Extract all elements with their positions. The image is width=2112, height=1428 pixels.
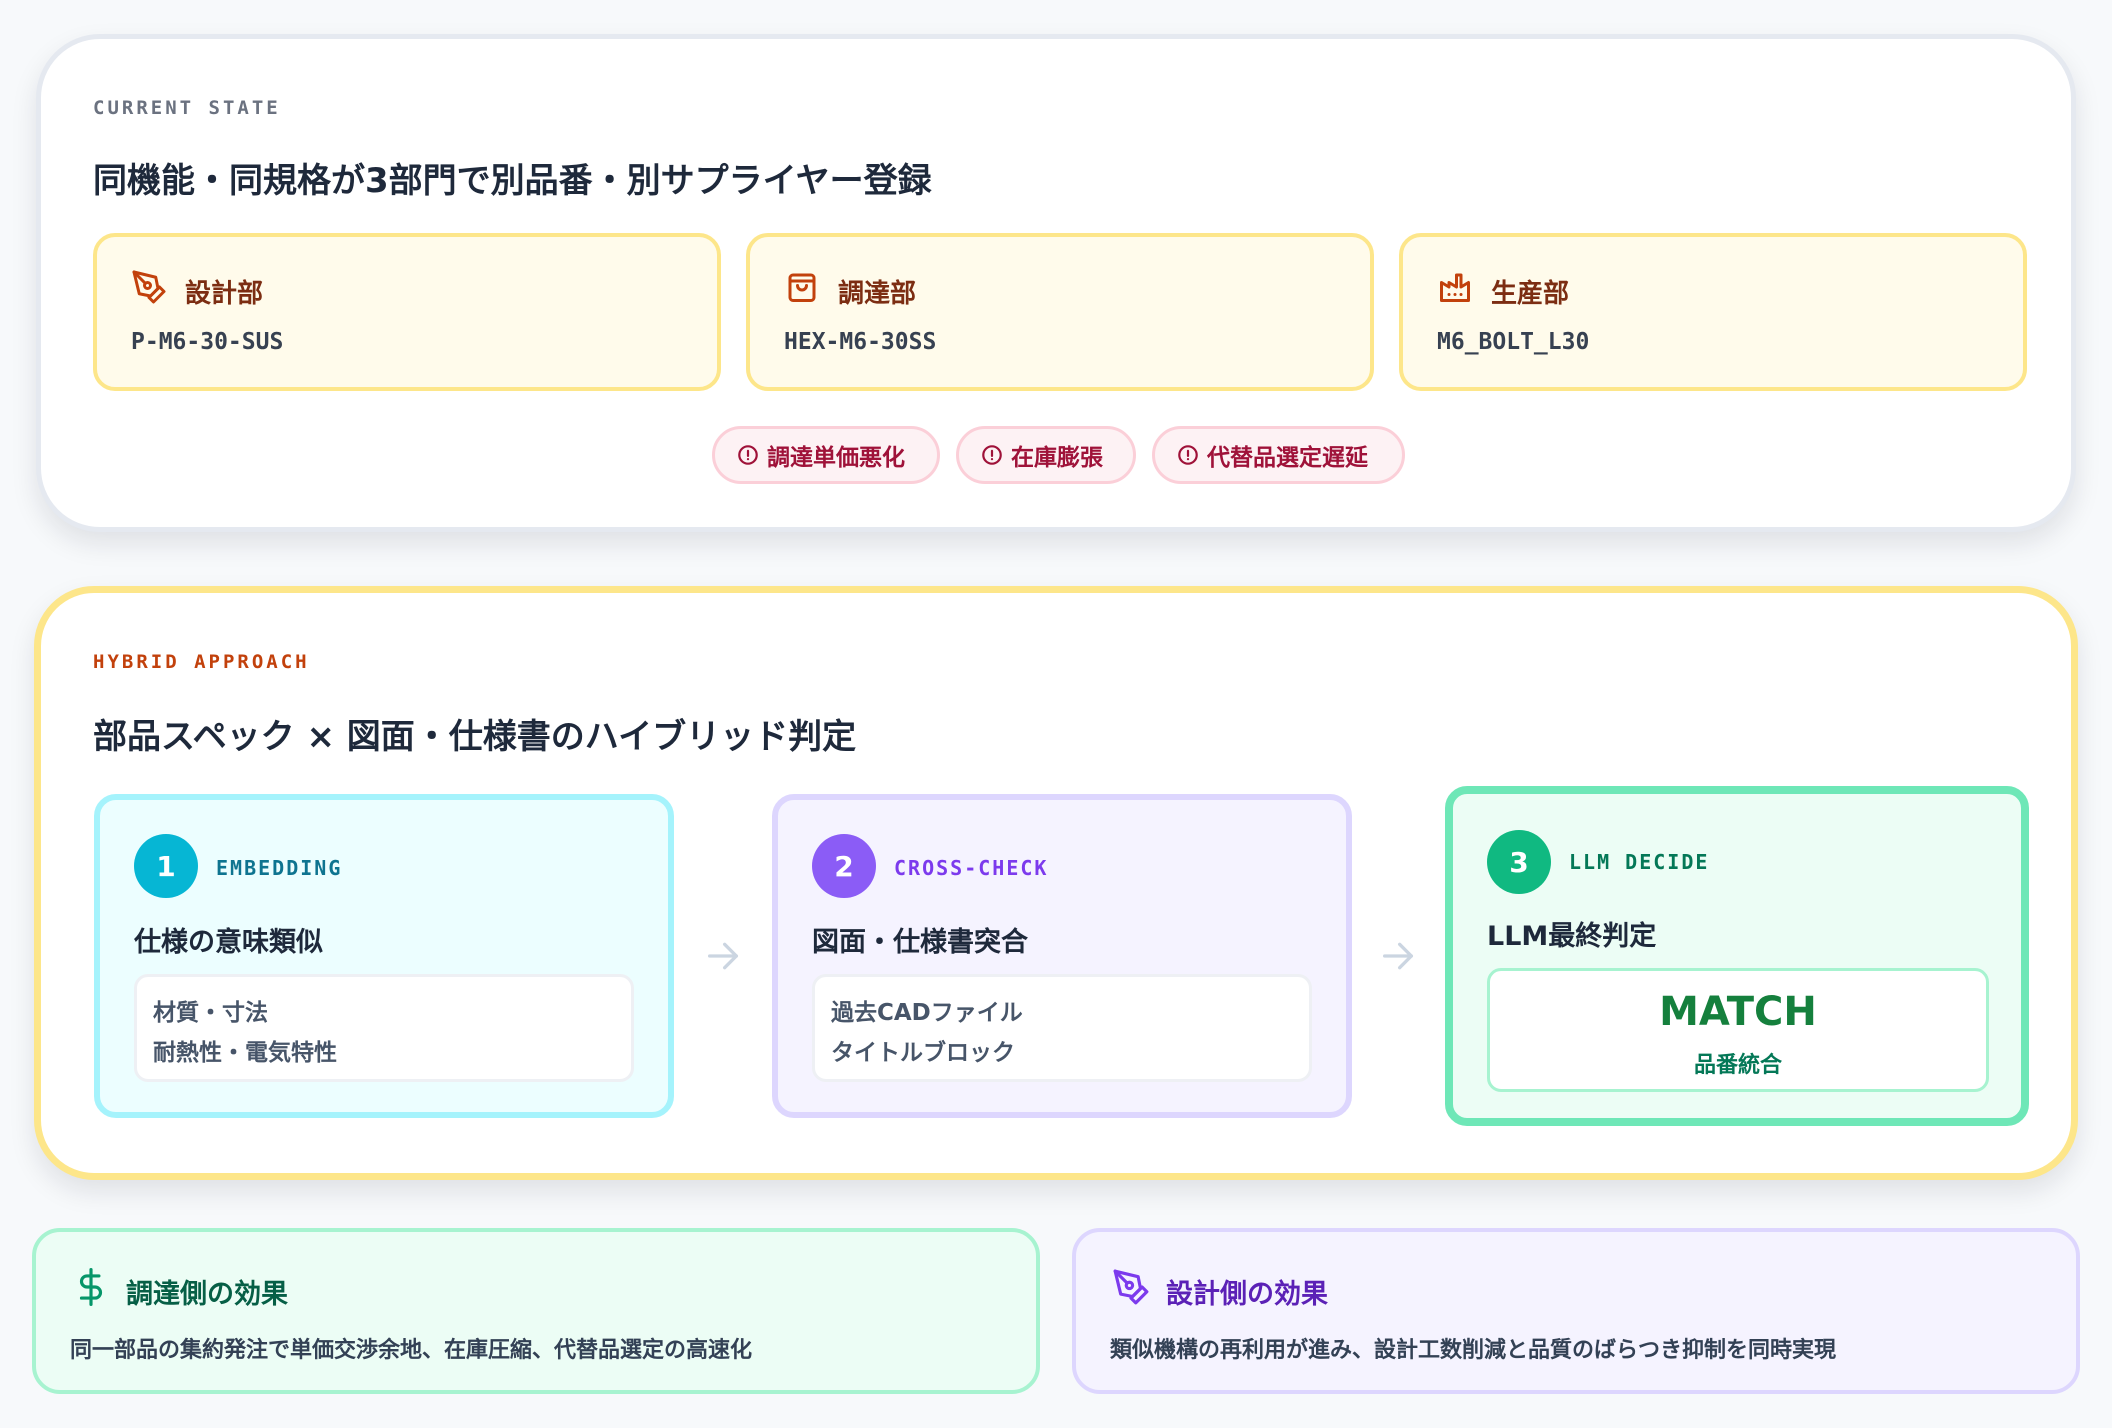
current-state-eyebrow: CURRENT STATE: [93, 97, 281, 119]
issue-label: 調達単価悪化: [767, 445, 905, 471]
arrow-right-icon: [708, 942, 738, 970]
pen-tool-icon: [132, 270, 166, 304]
step-card-llm-decide: 3 LLM DECIDE LLM最終判定 MATCH 品番統合: [1445, 786, 2029, 1126]
step-title: 図面・仕様書突合: [812, 927, 1028, 958]
step-detail-line: タイトルブロック: [831, 1040, 1015, 1066]
issue-badge-price: 調達単価悪化: [712, 426, 940, 484]
alert-circle-icon: [738, 445, 758, 465]
alert-circle-icon: [1178, 445, 1198, 465]
dept-name: 調達部: [838, 279, 917, 309]
dept-card-procurement: 調達部 HEX-M6-30SS: [746, 233, 1374, 391]
dept-card-production: 生産部 M6_BOLT_L30: [1399, 233, 2027, 391]
match-result-box: MATCH 品番統合: [1487, 968, 1989, 1092]
effect-description: 同一部品の集約発注で単価交渉余地、在庫圧縮、代替品選定の高速化: [70, 1338, 753, 1363]
step-label: CROSS-CHECK: [894, 856, 1049, 880]
step-title: 仕様の意味類似: [134, 927, 323, 958]
design-effect-card: 設計側の効果 類似機構の再利用が進み、設計工数削減と品質のばらつき抑制を同時実現: [1072, 1228, 2080, 1394]
dept-card-design: 設計部 P-M6-30-SUS: [93, 233, 721, 391]
issue-badge-inventory: 在庫膨張: [956, 426, 1136, 484]
step-detail-line: 材質・寸法: [153, 1000, 268, 1026]
step-title: LLM最終判定: [1487, 921, 1657, 952]
hybrid-approach-panel: HYBRID APPROACH 部品スペック × 図面・仕様書のハイブリッド判定…: [34, 586, 2078, 1180]
procurement-effect-card: 調達側の効果 同一部品の集約発注で単価交渉余地、在庫圧縮、代替品選定の高速化: [32, 1228, 1040, 1394]
effect-description: 類似機構の再利用が進み、設計工数削減と品質のばらつき抑制を同時実現: [1110, 1338, 1837, 1363]
hybrid-headline: 部品スペック × 図面・仕様書のハイブリッド判定: [93, 717, 857, 757]
step-label: LLM DECIDE: [1569, 850, 1710, 874]
step-detail-box: 過去CADファイル タイトルブロック: [812, 974, 1312, 1082]
issue-label: 代替品選定遅延: [1207, 445, 1368, 471]
step-card-embedding: 1 EMBEDDING 仕様の意味類似 材質・寸法 耐熱性・電気特性: [94, 794, 674, 1118]
dept-name: 設計部: [185, 279, 264, 309]
issue-label: 在庫膨張: [1011, 445, 1103, 471]
step-number-badge: 2: [812, 834, 876, 898]
current-state-panel: CURRENT STATE 同機能・同規格が3部門で別品番・別サプライヤー登録 …: [36, 34, 2076, 532]
current-state-headline: 同機能・同規格が3部門で別品番・別サプライヤー登録: [93, 161, 932, 201]
effect-title: 調達側の効果: [126, 1279, 288, 1310]
arrow-right-icon: [1383, 942, 1413, 970]
dollar-icon: [79, 1268, 102, 1306]
part-number: HEX-M6-30SS: [784, 329, 937, 355]
step-card-cross-check: 2 CROSS-CHECK 図面・仕様書突合 過去CADファイル タイトルブロッ…: [772, 794, 1352, 1118]
part-number: P-M6-30-SUS: [131, 329, 284, 355]
issue-badge-substitute: 代替品選定遅延: [1152, 426, 1405, 484]
shopping-bag-icon: [788, 273, 816, 302]
step-number-badge: 3: [1487, 830, 1551, 894]
pen-tool-icon: [1113, 1269, 1149, 1305]
factory-icon: [1440, 273, 1470, 302]
hybrid-eyebrow: HYBRID APPROACH: [93, 651, 310, 673]
step-label: EMBEDDING: [216, 856, 343, 880]
match-result-subtitle: 品番統合: [1693, 1053, 1782, 1078]
step-number-badge: 1: [134, 834, 198, 898]
dept-name: 生産部: [1491, 279, 1570, 309]
effect-title: 設計側の効果: [1166, 1279, 1328, 1310]
match-result: MATCH: [1659, 989, 1817, 1035]
step-detail-line: 過去CADファイル: [831, 1000, 1023, 1026]
step-detail-box: 材質・寸法 耐熱性・電気特性: [134, 974, 634, 1082]
part-number: M6_BOLT_L30: [1437, 329, 1590, 355]
alert-circle-icon: [982, 445, 1002, 465]
step-detail-line: 耐熱性・電気特性: [153, 1040, 337, 1066]
